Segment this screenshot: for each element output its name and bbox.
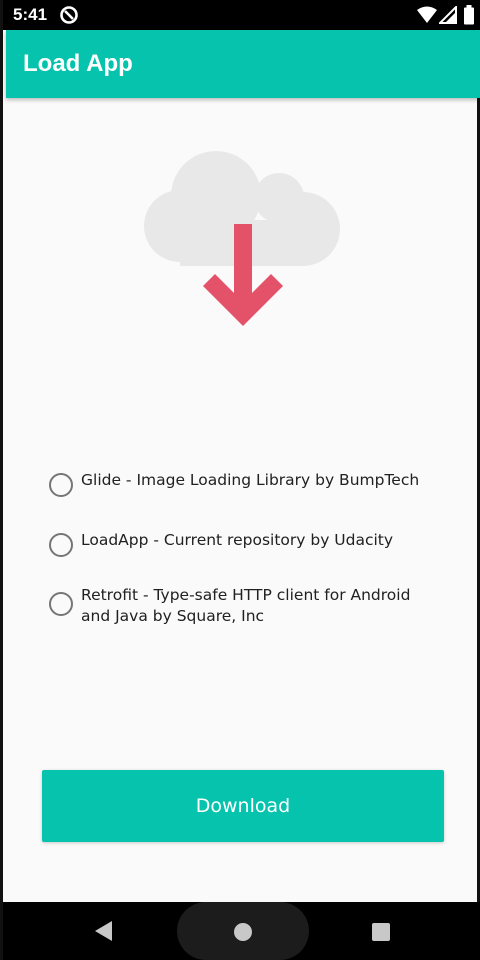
cell-signal-icon [437, 4, 457, 29]
radio-label: Retrofit - Type-safe HTTP client for And… [81, 586, 411, 625]
status-time: 5:41 [13, 5, 48, 24]
back-icon[interactable] [93, 920, 113, 947]
app-bar: Load App [6, 30, 480, 98]
wifi-icon [417, 6, 437, 29]
app-notification-icon [59, 5, 79, 30]
radio-button[interactable] [49, 533, 73, 557]
cloud-download-icon [143, 140, 343, 335]
radio-label: Glide - Image Loading Library by BumpTec… [81, 471, 420, 489]
home-icon[interactable] [233, 922, 253, 947]
radio-button[interactable] [49, 592, 73, 616]
navigation-bar [3, 902, 480, 960]
battery-icon [463, 5, 475, 30]
radio-label: LoadApp - Current repository by Udacity [81, 531, 394, 549]
radio-button[interactable] [49, 473, 73, 497]
recents-icon[interactable] [371, 922, 391, 947]
radio-option-loadapp[interactable]: LoadApp - Current repository by Udacity [49, 530, 449, 557]
app-title: Load App [23, 50, 133, 77]
status-bar: 5:41 [3, 0, 480, 30]
radio-option-retrofit[interactable]: Retrofit - Type-safe HTTP client for And… [49, 585, 449, 627]
radio-option-glide[interactable]: Glide - Image Loading Library by BumpTec… [49, 470, 449, 497]
app-screen: 5:41 Load App Glide - Image Loading Libr… [0, 0, 480, 960]
download-button[interactable]: Download [42, 770, 444, 842]
